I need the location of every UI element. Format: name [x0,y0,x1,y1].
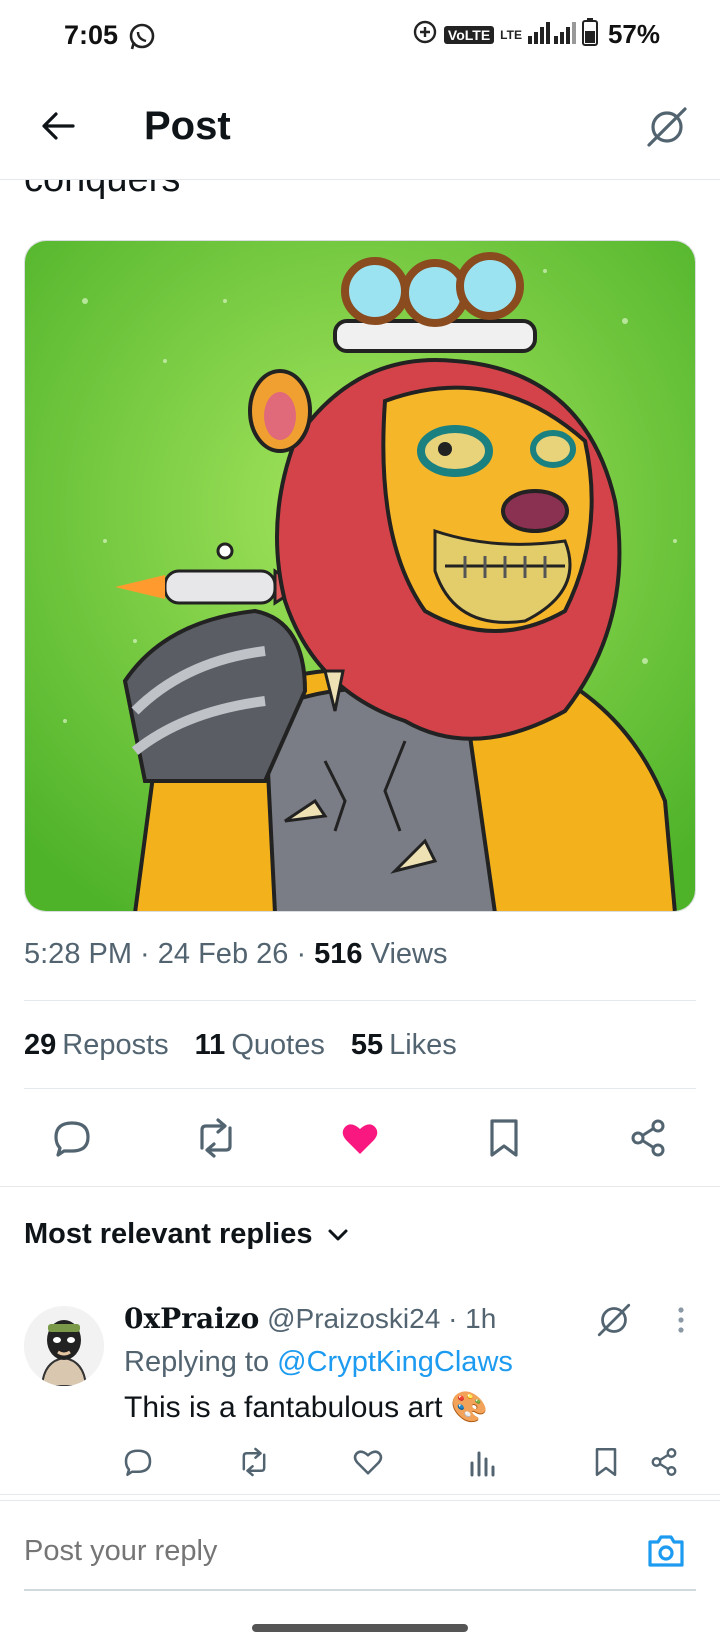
like-button[interactable] [332,1110,388,1166]
post-time: 5:28 PM [24,938,132,970]
tweet-text: conquers [24,180,180,201]
avatar[interactable] [24,1306,104,1386]
reposts-stat[interactable]: 29 Reposts [24,1029,169,1062]
reply-author-name[interactable]: 0xPraizo [124,1302,259,1335]
reply-input[interactable] [24,1535,564,1568]
quotes-stat[interactable]: 11 Quotes [195,1029,325,1062]
grok-icon [647,107,687,147]
reply-bookmark-button[interactable] [584,1440,628,1484]
battery-icon [581,18,598,51]
repost-icon [242,1447,266,1477]
likes-stat[interactable]: 55 Likes [351,1029,457,1062]
quotes-count: 11 [194,1029,226,1061]
replying-to-prefix: Replying to [124,1346,270,1378]
share-button[interactable] [620,1110,676,1166]
grok-icon [597,1303,631,1337]
bookmark-button[interactable] [476,1110,532,1166]
camera-button[interactable] [644,1529,688,1573]
quotes-label: Quotes [231,1029,325,1061]
avatar-image [24,1306,104,1386]
reply-time: 1h [465,1303,497,1334]
views-label: Views [370,938,448,970]
reply-separator: · [448,1303,458,1334]
post-date: 24 Feb 26 [157,938,289,970]
share-icon [651,1448,677,1476]
reply-composer [0,1500,720,1600]
tweet-text-clip: conquers [0,180,720,202]
reply-like-button[interactable] [346,1440,390,1484]
post-stats: 29 Reposts 11 Quotes 55 Likes [24,1029,457,1062]
chevron-down-icon [328,1229,347,1240]
reply-icon [124,1449,152,1477]
grok-button[interactable] [642,102,692,152]
divider [0,1494,720,1495]
likes-label: Likes [389,1029,457,1061]
top-app-bar: Post [0,84,720,180]
more-vertical-icon [678,1307,684,1333]
bookmark-icon [595,1447,617,1477]
reply-share-button[interactable] [642,1440,686,1484]
divider [24,1000,696,1001]
share-icon [631,1119,665,1157]
camera-icon [648,1535,684,1567]
reply-text: This is a fantabulous art 🎨 [124,1391,489,1424]
replies-sort-dropdown[interactable]: Most relevant replies [24,1218,349,1251]
arrow-left-icon [42,112,75,140]
post-action-bar [0,1110,720,1166]
reply-repost-button[interactable] [232,1440,276,1484]
likes-count: 55 [350,1029,384,1061]
lion-artwork [25,241,695,911]
reply-author-handle: @Praizoski24 [267,1303,441,1334]
whatsapp-icon [127,22,157,52]
reply-action-bar [0,1440,720,1484]
reply-grok-button[interactable] [592,1298,636,1342]
reply-header: 0xPraizo @Praizoski24 · 1h [124,1302,496,1335]
composer-underline [24,1589,696,1591]
repost-button[interactable] [188,1110,244,1166]
post-meta: 5:28 PM · 24 Feb 26 · 516 Views [24,938,448,970]
heart-filled-icon [342,1124,378,1154]
replying-to: Replying to @CryptKingClaws [124,1346,513,1379]
data-saver-icon [412,19,438,50]
heart-icon [353,1450,383,1475]
status-bar: 7:05 VoLTE LTE 57% [0,0,720,72]
reply-more-button[interactable] [666,1298,696,1342]
status-indicators: VoLTE LTE 57% [412,18,660,51]
battery-percent: 57% [607,19,660,49]
reply-button[interactable] [44,1110,100,1166]
divider [24,1088,696,1089]
bookmark-icon [490,1119,518,1157]
reposts-label: Reposts [62,1029,169,1061]
analytics-icon [470,1451,495,1477]
reply-reply-button[interactable] [116,1440,160,1484]
repost-icon [200,1118,232,1158]
back-button[interactable] [34,102,82,150]
divider [0,1186,720,1187]
reply-item[interactable]: 0xPraizo @Praizoski24 · 1h Replying to @… [0,1290,720,1490]
post-image[interactable] [24,240,696,912]
status-time: 7:05 [64,20,119,50]
page-title: Post [144,104,231,148]
home-indicator[interactable] [252,1624,468,1632]
lte-label: LTE [500,27,522,42]
replies-sort-label: Most relevant replies [24,1218,313,1250]
reply-views-button[interactable] [460,1440,504,1484]
reply-icon [54,1121,90,1157]
replying-to-mention[interactable]: @CryptKingClaws [277,1346,513,1378]
views-count: 516 [314,938,363,970]
volte-badge: VoLTE [443,25,495,44]
signal-icon [527,20,576,49]
reposts-count: 29 [24,1029,57,1061]
